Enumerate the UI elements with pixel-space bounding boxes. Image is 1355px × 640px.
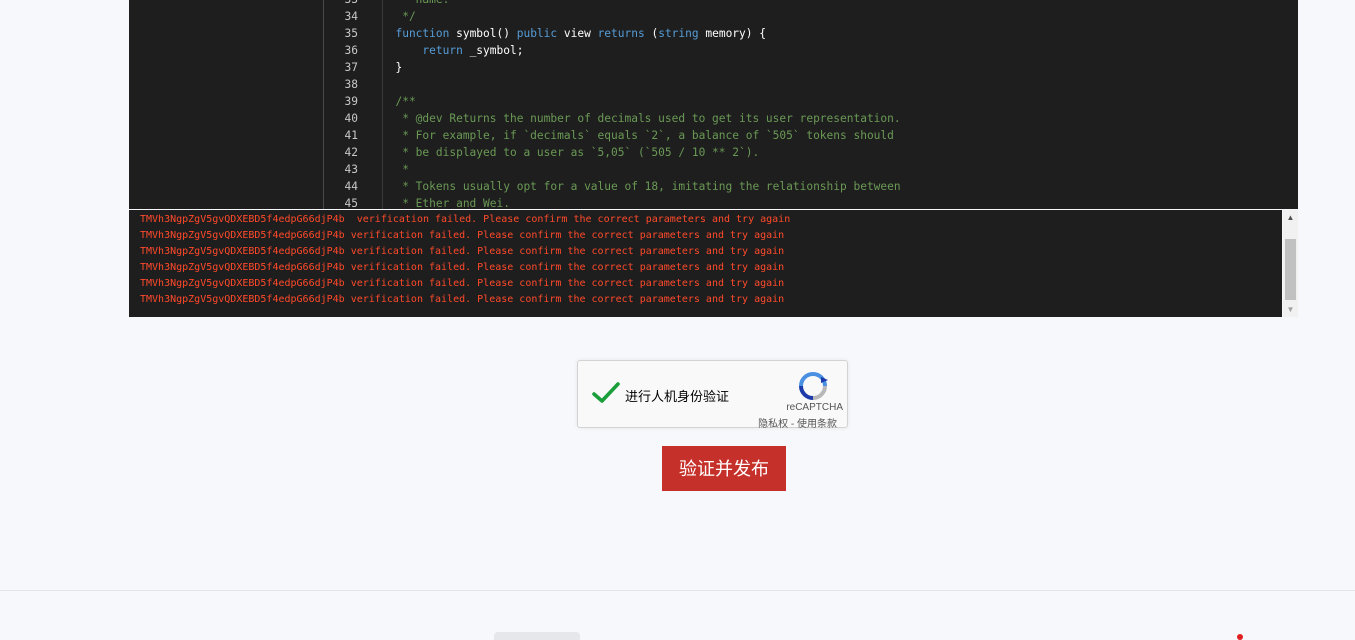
code-token: view — [557, 27, 598, 40]
recaptcha-widget[interactable]: 进行人机身份验证 reCAPTCHA 隐私权 - 使用条款 — [577, 360, 848, 430]
code-token: function — [382, 27, 450, 40]
code-token: _symbol; — [462, 44, 524, 57]
line-number: 42 — [344, 146, 358, 159]
code-text: function symbol() public view returns (s… — [382, 25, 766, 42]
code-token: string — [658, 27, 699, 40]
verify-and-publish-button[interactable]: 验证并发布 — [662, 446, 786, 491]
checkmark-icon[interactable] — [592, 381, 620, 405]
code-line: 45 * Ether and Wei. — [324, 195, 1298, 209]
line-number: 34 — [344, 10, 358, 23]
code-line: 38 — [324, 76, 1298, 93]
footer-divider — [0, 590, 1355, 591]
recaptcha-label: 进行人机身份验证 — [625, 389, 730, 404]
code-line: 44 * Tokens usually opt for a value of 1… — [324, 178, 1298, 195]
footer-red-dot-icon — [1237, 634, 1243, 640]
console-error-line: TMVh3NgpZgV5gvQDXEBD5f4edpG66djP4b verif… — [140, 278, 785, 289]
code-token: returns — [597, 27, 645, 40]
console-output: TMVh3NgpZgV5gvQDXEBD5f4edpG66djP4b verif… — [129, 210, 1282, 317]
line-number: 44 — [344, 180, 358, 193]
code-token: memory) { — [698, 27, 766, 40]
console-error-line: TMVh3NgpZgV5gvQDXEBD5f4edpG66djP4b verif… — [140, 246, 785, 257]
console-error-line: TMVh3NgpZgV5gvQDXEBD5f4edpG66djP4b verif… — [140, 230, 785, 241]
editor-sidebar — [129, 0, 324, 209]
code-text: } — [382, 61, 403, 74]
code-text: * be displayed to a user as `5,05` (`505… — [382, 146, 760, 159]
footer-element — [494, 632, 580, 640]
code-token: return — [382, 44, 463, 57]
line-number: 33 — [324, 0, 358, 8]
code-text: * @dev Returns the number of decimals us… — [382, 112, 901, 125]
code-text: /** — [382, 95, 416, 108]
code-text: * For example, if `decimals` equals `2`,… — [382, 129, 894, 142]
scroll-down-arrow-icon[interactable]: ▼ — [1283, 302, 1298, 317]
console-error-line: TMVh3NgpZgV5gvQDXEBD5f4edpG66djP4b verif… — [140, 294, 785, 305]
recaptcha-brand: reCAPTCHA — [786, 402, 843, 413]
line-number: 40 — [344, 112, 358, 125]
code-token: symbol() — [449, 27, 517, 40]
line-number: 38 — [344, 78, 358, 91]
scroll-thumb[interactable] — [1285, 239, 1296, 300]
code-text: return _symbol; — [382, 42, 523, 59]
scroll-up-arrow-icon[interactable]: ▲ — [1283, 210, 1298, 225]
code-line: 42 * be displayed to a user as `5,05` (`… — [324, 144, 1298, 161]
code-token: ( — [644, 27, 659, 40]
console-error-line: TMVh3NgpZgV5gvQDXEBD5f4edpG66djP4b verif… — [140, 214, 791, 225]
code-line: 37 } — [324, 59, 1298, 76]
code-line: 43 * — [324, 161, 1298, 178]
line-number: 37 — [344, 61, 358, 74]
code-text: * Tokens usually opt for a value of 18, … — [382, 180, 901, 193]
code-text: name. — [382, 0, 450, 8]
code-text: */ — [382, 10, 416, 23]
code-text: * Ether and Wei. — [382, 197, 510, 209]
code-token: public — [516, 27, 558, 40]
code-lines: 33 name.34 */35 function symbol() public… — [324, 0, 1298, 209]
line-number: 43 — [344, 163, 358, 176]
recaptcha-logo-icon — [799, 372, 828, 400]
code-editor[interactable]: 33 name.34 */35 function symbol() public… — [129, 0, 1298, 209]
code-line: 33 name. — [324, 0, 1298, 8]
line-number: 45 — [344, 197, 358, 209]
code-line: 41 * For example, if `decimals` equals `… — [324, 127, 1298, 144]
line-number: 39 — [344, 95, 358, 108]
code-text: * — [382, 163, 409, 176]
code-line: 40 * @dev Returns the number of decimals… — [324, 110, 1298, 127]
console-scrollbar[interactable]: ▲ ▼ — [1283, 210, 1298, 317]
line-number: 41 — [344, 129, 358, 142]
code-line: 39 /** — [324, 93, 1298, 110]
code-line: 34 */ — [324, 8, 1298, 25]
code-line: 35 function symbol() public view returns… — [324, 25, 1298, 42]
line-number: 36 — [344, 44, 358, 57]
recaptcha-privacy-terms-links[interactable]: 隐私权 - 使用条款 — [758, 415, 837, 430]
console-error-line: TMVh3NgpZgV5gvQDXEBD5f4edpG66djP4b verif… — [140, 262, 785, 273]
line-number: 35 — [344, 27, 358, 40]
code-line: 36 return _symbol; — [324, 42, 1298, 59]
